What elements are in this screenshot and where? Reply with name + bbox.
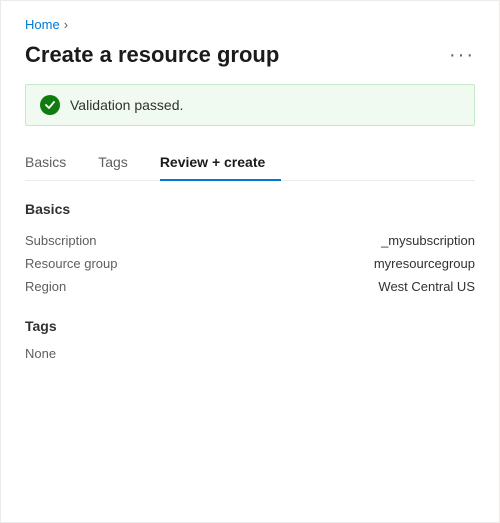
region-row: Region West Central US xyxy=(25,275,475,298)
validation-message: Validation passed. xyxy=(70,97,183,113)
subscription-value: _mysubscription xyxy=(381,233,475,248)
basics-section-title: Basics xyxy=(25,201,475,217)
tags-none-value: None xyxy=(25,346,475,361)
resource-group-value: myresourcegroup xyxy=(374,256,475,271)
page-header: Create a resource group ··· xyxy=(25,42,475,68)
subscription-row: Subscription _mysubscription xyxy=(25,229,475,252)
breadcrumb: Home › xyxy=(25,17,475,32)
region-value: West Central US xyxy=(378,279,475,294)
resource-group-row: Resource group myresourcegroup xyxy=(25,252,475,275)
tab-tags[interactable]: Tags xyxy=(98,146,144,180)
tags-section: Tags None xyxy=(25,318,475,361)
breadcrumb-home[interactable]: Home xyxy=(25,17,60,32)
region-label: Region xyxy=(25,279,165,294)
validation-banner: Validation passed. xyxy=(25,84,475,126)
tab-basics[interactable]: Basics xyxy=(25,146,82,180)
subscription-label: Subscription xyxy=(25,233,165,248)
page-title: Create a resource group xyxy=(25,42,279,68)
resource-group-label: Resource group xyxy=(25,256,165,271)
validation-success-icon xyxy=(40,95,60,115)
breadcrumb-separator: › xyxy=(64,17,68,32)
page-container: Home › Create a resource group ··· Valid… xyxy=(0,0,500,523)
basics-section: Basics Subscription _mysubscription Reso… xyxy=(25,201,475,298)
more-options-button[interactable]: ··· xyxy=(449,45,475,65)
tags-section-title: Tags xyxy=(25,318,475,334)
tab-review-create[interactable]: Review + create xyxy=(160,146,281,180)
tabs-container: Basics Tags Review + create xyxy=(25,146,475,181)
